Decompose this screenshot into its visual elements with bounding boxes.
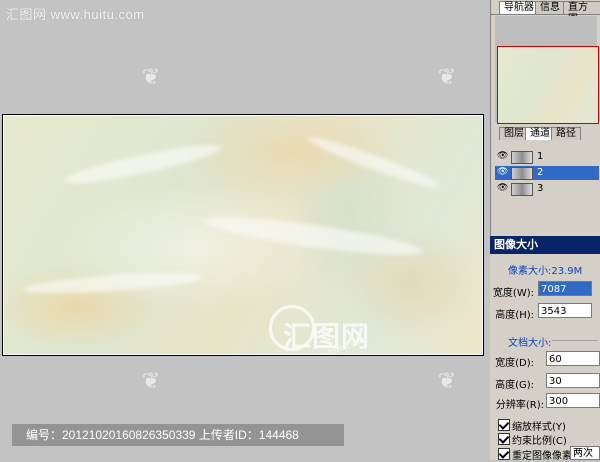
- marble-vein: [22, 268, 204, 298]
- channel-label: 1: [537, 151, 544, 162]
- marble-vein: [202, 209, 424, 263]
- navigator-tabs: 导航器 信息 直方图: [491, 0, 600, 25]
- watermark-icon: ❦: [141, 65, 161, 90]
- channel-thumbnail: [511, 167, 533, 180]
- layer-tabs: 图层 通道 路径: [491, 126, 600, 141]
- channel-label: 2: [537, 167, 544, 178]
- channel-thumbnail: [511, 183, 533, 196]
- checkbox-checked-icon: [498, 448, 510, 460]
- doc-width-label: 宽度(D):: [495, 358, 534, 369]
- tab-info[interactable]: 信息: [535, 1, 565, 14]
- width-label: 宽度(W):: [492, 288, 534, 299]
- document-canvas[interactable]: 汇图网 www.huitu.com: [2, 114, 484, 356]
- watermark-icon: ❦: [437, 65, 457, 90]
- constrain-label: 约束比例(C): [512, 436, 567, 447]
- resolution-field[interactable]: 300: [546, 393, 600, 408]
- checkbox-checked-icon: [498, 419, 510, 431]
- center-watermark: 汇图网 www.huitu.com: [265, 301, 375, 355]
- navigator-thumbnail[interactable]: [497, 46, 599, 124]
- channel-row[interactable]: 👁 2: [495, 166, 599, 180]
- doc-width-field[interactable]: 60: [546, 351, 600, 366]
- watermark-icon: ❦: [437, 369, 457, 394]
- tab-histogram[interactable]: 直方图: [563, 1, 600, 25]
- width-field[interactable]: 7087: [538, 281, 592, 296]
- eye-icon[interactable]: 👁: [497, 168, 508, 177]
- tab-paths[interactable]: 路径: [551, 127, 581, 140]
- image-size-dialog: 图像大小 像素大小:23.9M 宽度(W): 7087 高度(H): 3543 …: [490, 236, 600, 462]
- height-label: 高度(H):: [495, 310, 534, 321]
- resolution-label: 分辨率(R):: [495, 400, 544, 411]
- dialog-title: 图像大小: [490, 236, 600, 254]
- eye-icon[interactable]: 👁: [497, 152, 508, 161]
- scale-styles-checkbox[interactable]: 缩放样式(Y): [498, 418, 566, 433]
- channel-thumbnail: [511, 151, 533, 164]
- eye-icon[interactable]: 👁: [497, 184, 508, 193]
- doc-size-label: 文档大小:: [508, 338, 552, 349]
- navigator-panel: [495, 16, 599, 124]
- channel-label: 3: [537, 183, 544, 194]
- channels-panel: 👁 1 👁 2 👁 3: [491, 140, 600, 236]
- height-field[interactable]: 3543: [538, 303, 592, 318]
- marble-vein: [304, 131, 442, 193]
- constrain-checkbox[interactable]: 约束比例(C): [498, 432, 567, 447]
- watermark-header: 汇图网 www.huitu.com: [6, 7, 145, 22]
- resample-method-select[interactable]: 两次: [570, 446, 600, 460]
- doc-height-field[interactable]: 30: [546, 373, 600, 388]
- pixel-size-label: 像素大小:23.9M: [508, 266, 583, 277]
- divider: [552, 340, 598, 341]
- checkbox-checked-icon: [498, 433, 510, 445]
- watermark-footer: 编号：20121020160826350339 上传者ID：144468: [12, 424, 344, 446]
- watermark-icon: ❦: [141, 369, 161, 394]
- doc-height-label: 高度(G):: [495, 380, 534, 391]
- marble-vein: [62, 138, 224, 190]
- tab-navigator[interactable]: 导航器: [499, 1, 539, 14]
- channel-row[interactable]: 👁 3: [495, 182, 599, 196]
- channel-row[interactable]: 👁 1: [495, 150, 599, 164]
